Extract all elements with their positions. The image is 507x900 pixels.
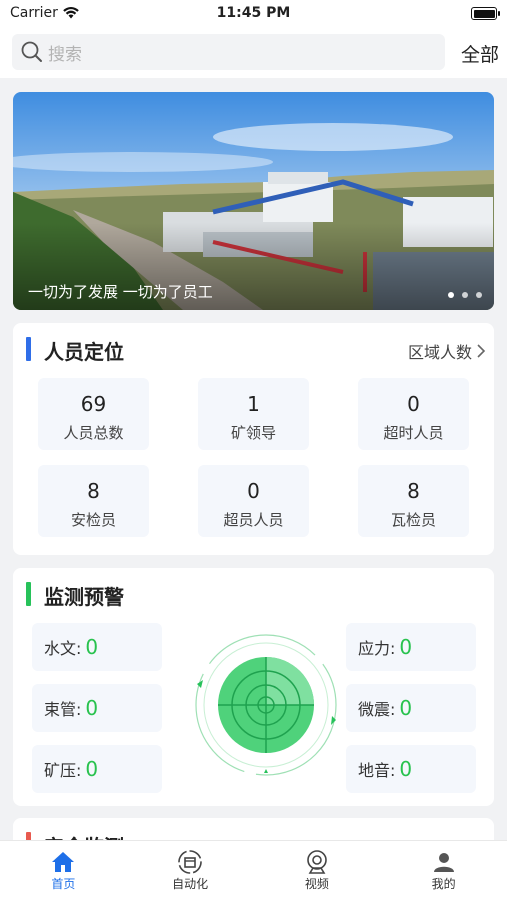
search-input[interactable]: 搜索 xyxy=(12,34,445,70)
monitor-stress[interactable]: 应力: 0 xyxy=(346,623,476,671)
stat-label: 瓦检员 xyxy=(390,511,436,529)
stat-label: 超员人员 xyxy=(223,511,284,529)
stat-overcrowd-personnel[interactable]: 0 超员人员 xyxy=(198,465,309,537)
monitor-label: 地音: xyxy=(358,761,396,780)
section-accent-bar xyxy=(26,582,31,606)
monitor-bundle-tube[interactable]: 束管: 0 xyxy=(32,684,162,732)
monitor-value: 0 xyxy=(85,635,99,659)
stat-label: 超时人员 xyxy=(383,424,444,442)
tab-video[interactable]: 视频 xyxy=(254,841,381,900)
monitor-microseismic[interactable]: 微震: 0 xyxy=(346,684,476,732)
stat-value: 0 xyxy=(247,479,260,503)
monitoring-title: 监测预警 xyxy=(44,585,124,609)
monitor-label: 应力: xyxy=(358,639,396,658)
stat-value: 0 xyxy=(407,392,420,416)
automation-icon xyxy=(178,850,202,874)
status-bar: Carrier 11:45 PM xyxy=(0,0,507,28)
personnel-title: 人员定位 xyxy=(44,340,124,364)
stat-value: 69 xyxy=(80,392,107,416)
stat-total-personnel[interactable]: 69 人员总数 xyxy=(38,378,149,450)
carousel-dot[interactable] xyxy=(476,292,482,298)
radar-icon xyxy=(195,634,337,776)
search-placeholder: 搜索 xyxy=(48,44,82,65)
stat-label: 矿领导 xyxy=(230,424,276,442)
section-accent-bar xyxy=(26,337,31,361)
monitor-mine-pressure[interactable]: 矿压: 0 xyxy=(32,745,162,793)
home-icon xyxy=(52,852,75,872)
tab-label: 视频 xyxy=(304,877,329,891)
tab-label: 自动化 xyxy=(172,877,209,891)
monitor-label: 微震: xyxy=(358,700,396,719)
personnel-card: 人员定位 区域人数 69 人员总数 1 矿领导 0 超时人员 8 安检员 0 超… xyxy=(13,323,494,555)
monitor-label: 束管: xyxy=(44,700,82,719)
monitor-value: 0 xyxy=(399,635,413,659)
search-row: 搜索 全部 xyxy=(0,28,507,78)
area-count-label: 区域人数 xyxy=(407,343,472,362)
monitor-label: 矿压: xyxy=(44,761,82,780)
monitor-value: 0 xyxy=(399,757,413,781)
area-count-link[interactable]: 区域人数 xyxy=(408,339,486,363)
tab-mine[interactable]: 我的 xyxy=(380,841,507,900)
stat-safety-inspectors[interactable]: 8 安检员 xyxy=(38,465,149,537)
bottom-tab-bar: 首页 自动化 视频 我的 xyxy=(0,840,507,900)
clock: 11:45 PM xyxy=(216,5,291,21)
monitor-value: 0 xyxy=(85,696,99,720)
banner-carousel[interactable]: 一切为了发展 一切为了员工 xyxy=(13,92,494,310)
tab-home[interactable]: 首页 xyxy=(0,841,127,900)
monitor-hydrology[interactable]: 水文: 0 xyxy=(32,623,162,671)
stat-value: 1 xyxy=(247,392,260,416)
monitoring-card: 监测预警 水文: 0 束管: 0 矿压: 0 应力: 0 微震: 0 地音: 0 xyxy=(13,568,494,806)
tab-label: 我的 xyxy=(431,877,456,891)
monitor-value: 0 xyxy=(399,696,413,720)
personnel-header: 人员定位 区域人数 xyxy=(13,323,494,375)
stat-mine-leaders[interactable]: 1 矿领导 xyxy=(198,378,309,450)
monitor-ground-sound[interactable]: 地音: 0 xyxy=(346,745,476,793)
stat-gas-inspectors[interactable]: 8 瓦检员 xyxy=(358,465,469,537)
banner-caption: 一切为了发展 一切为了员工 xyxy=(28,283,213,301)
tab-label: 首页 xyxy=(51,877,76,891)
stat-value: 8 xyxy=(87,479,100,503)
user-icon xyxy=(433,853,454,872)
stat-overtime-personnel[interactable]: 0 超时人员 xyxy=(358,378,469,450)
all-button[interactable]: 全部 xyxy=(461,40,499,67)
battery-icon xyxy=(471,7,500,20)
banner-image xyxy=(13,92,494,310)
carousel-dot[interactable] xyxy=(448,292,454,298)
carousel-dot[interactable] xyxy=(462,292,468,298)
monitor-label: 水文: xyxy=(44,639,82,658)
monitor-value: 0 xyxy=(85,757,99,781)
monitoring-header: 监测预警 xyxy=(13,568,494,620)
tab-automation[interactable]: 自动化 xyxy=(127,841,254,900)
chevron-right-icon xyxy=(477,344,486,358)
camera-icon xyxy=(307,850,327,874)
carousel-dots xyxy=(448,292,482,298)
search-icon xyxy=(21,41,42,62)
stat-label: 安检员 xyxy=(70,511,116,529)
stat-label: 人员总数 xyxy=(63,424,124,442)
stat-value: 8 xyxy=(407,479,420,503)
